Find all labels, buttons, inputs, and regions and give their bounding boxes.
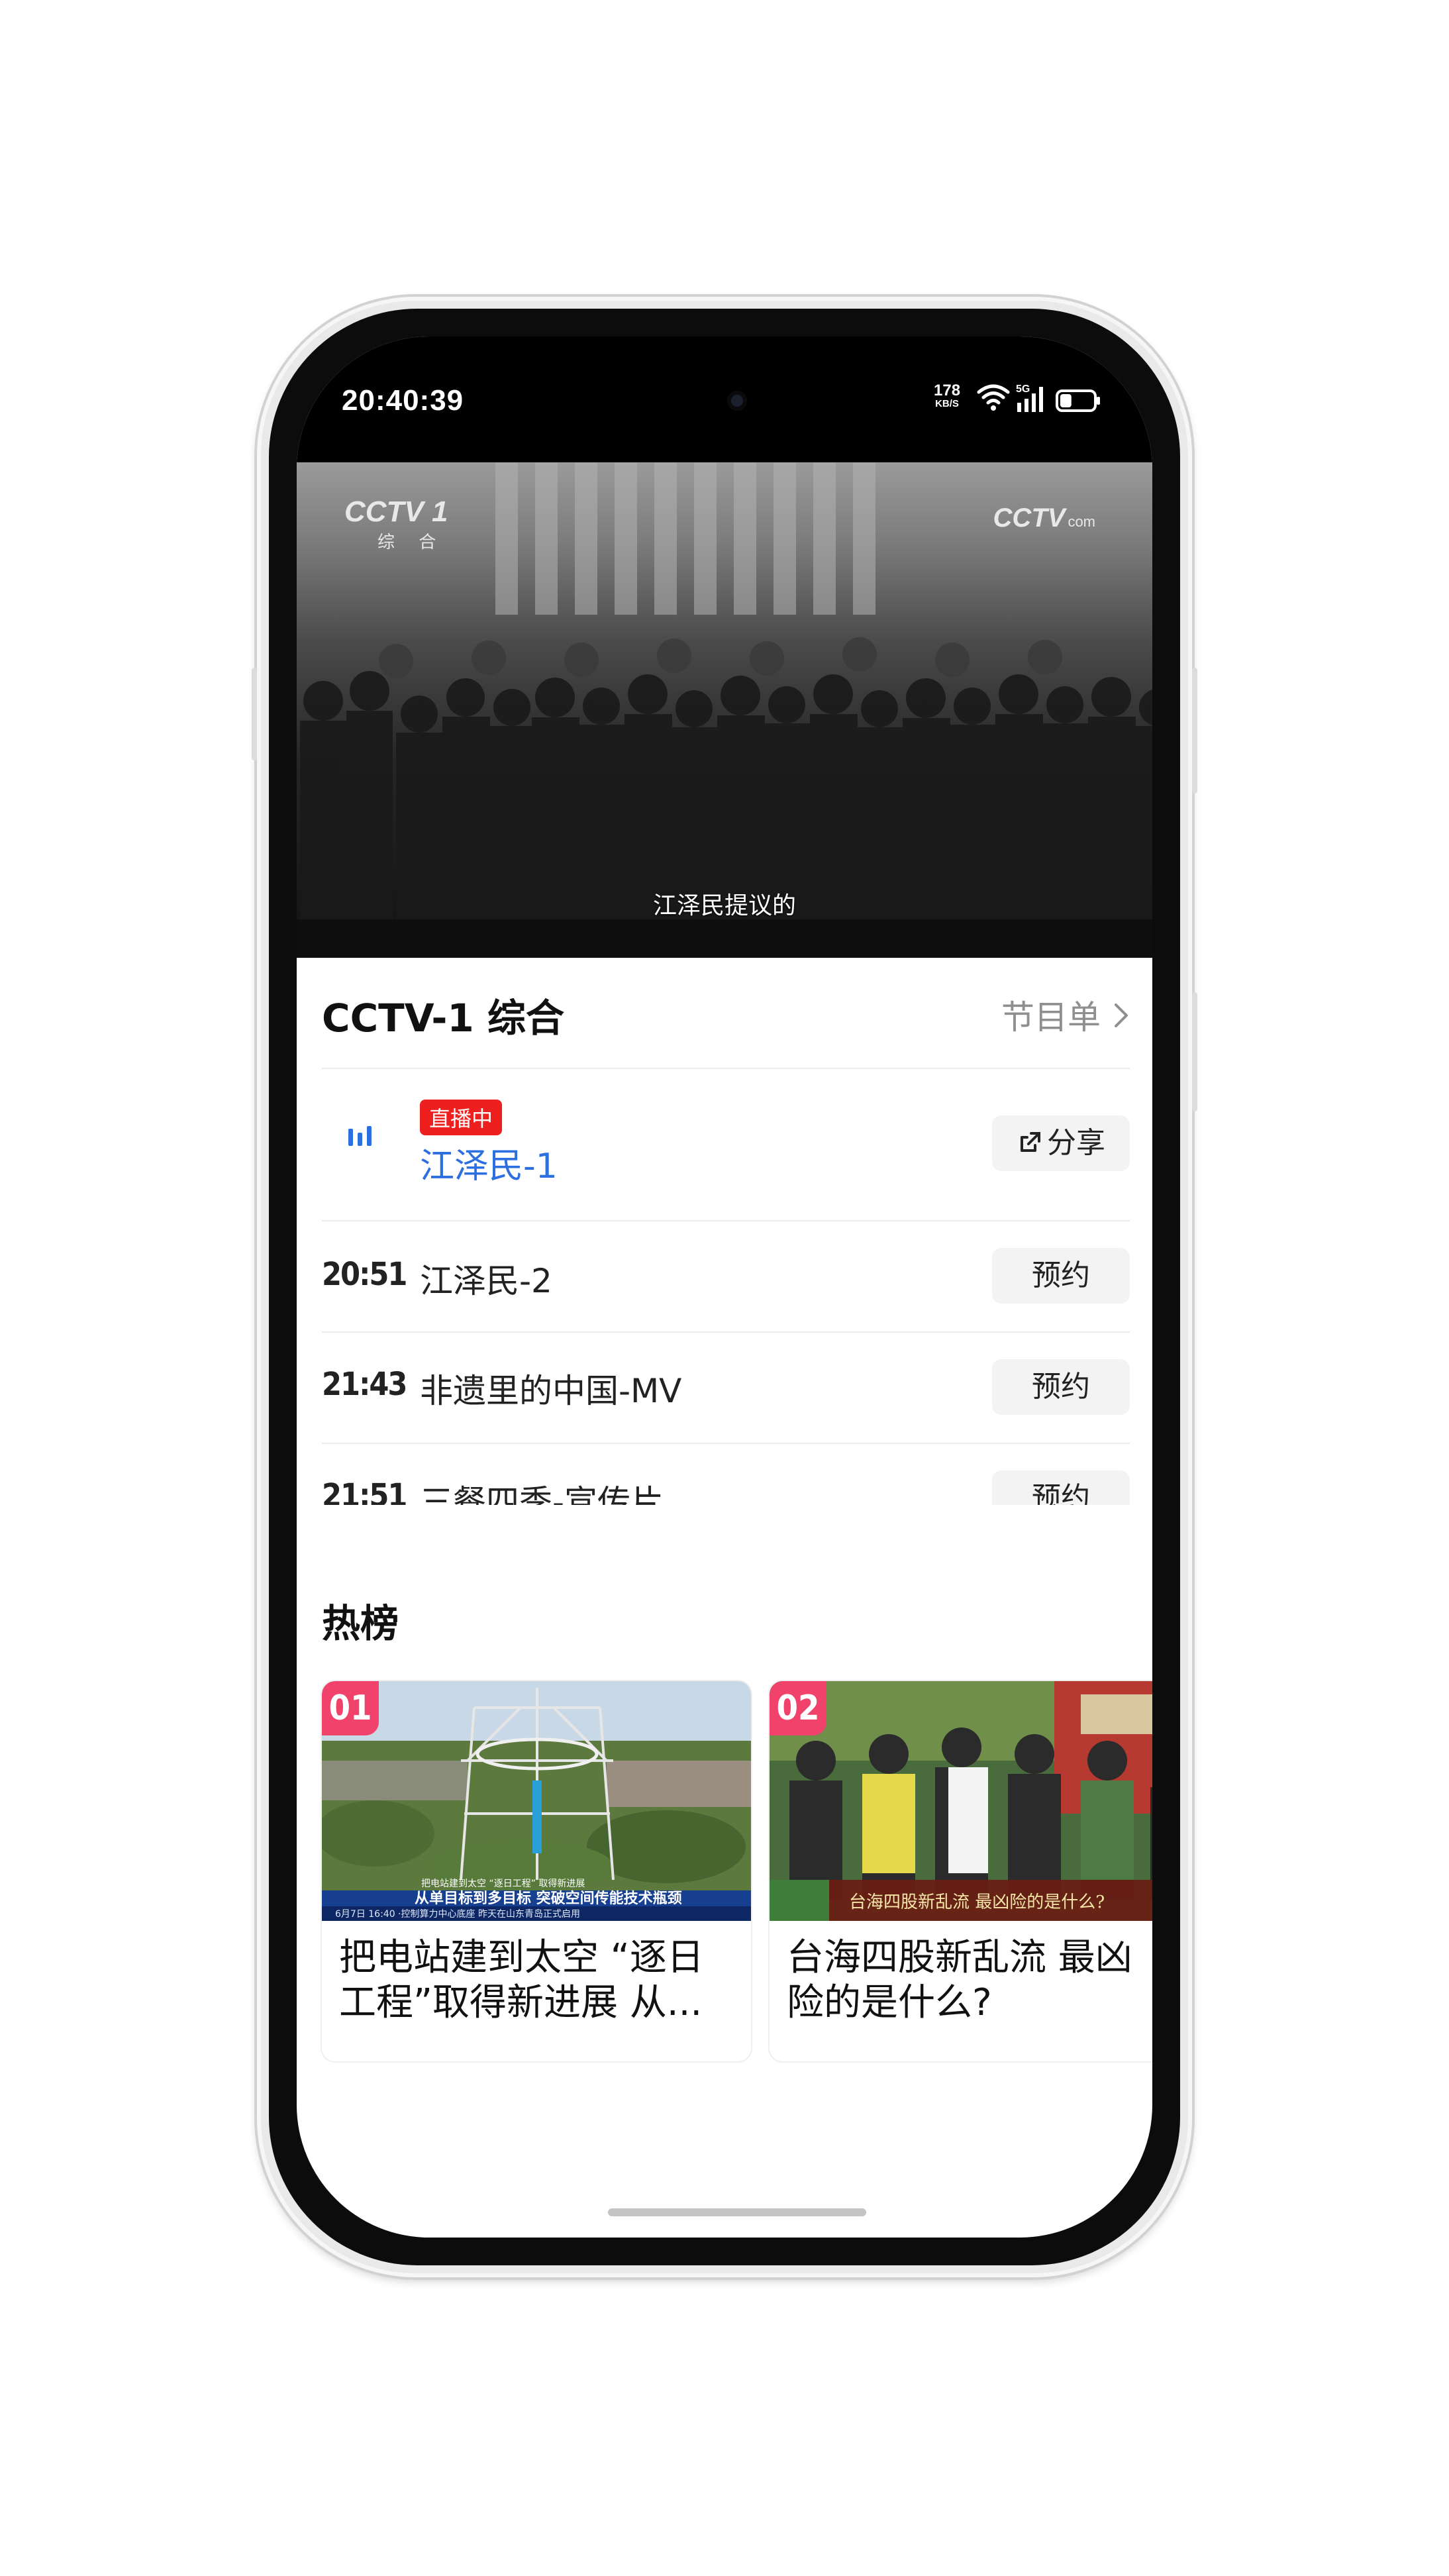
rank-badge: 02 [770,1681,826,1735]
network-speed: 178 KB/S [934,383,960,409]
logo-subtext: 综 合 [377,533,446,552]
wifi-icon [977,384,1010,411]
rank-badge: 01 [322,1681,379,1735]
watermark-text: CCTV [993,503,1066,533]
cctv1-logo: CCTV 1 综 合 [344,495,448,553]
banner-main-text: 台海四股新乱流 最凶险的是什么? [849,1892,1105,1912]
video-subtitle: 江泽民提议的 [652,892,796,919]
front-camera [727,391,747,411]
phone-side-button [252,668,257,760]
program-time: 21:43 [322,1366,407,1403]
program-row[interactable]: 20:51 江泽民-2 预约 [322,1221,1130,1331]
banner-main-text: 从单目标到多目标 突破空间传能技术瓶颈 [415,1890,682,1907]
live-badge: 直播中 [420,1100,503,1135]
hot-card[interactable]: 台海四股新乱流 最凶险的是什么? 02 台海四股新乱流 最凶险的是什么? [770,1681,1152,2061]
screen: 20:40:39 178 KB/S 5G CCTV 1 综 合 CCTV com… [297,336,1152,2238]
network-type: 5G [1016,384,1030,395]
logo-channel-number: 1 [432,495,448,528]
network-speed-value: 178 [934,382,961,399]
program-time: 21:51 [322,1477,407,1505]
battery-icon [1056,389,1100,412]
hot-card-thumbnail: 台海四股新乱流 最凶险的是什么? 02 [770,1681,1152,1921]
reserve-button[interactable]: 预约 [992,1248,1130,1304]
status-bar: 20:40:39 178 KB/S 5G [297,336,1152,462]
program-title: 三餐四季-宣传片 [420,1483,664,1505]
volume-up-button [1192,668,1197,794]
hot-list-title: 热榜 [322,1601,399,1646]
hot-card-thumbnail: 把电站建到太空 “逐日工程” 取得新进展 从单目标到多目标 突破空间传能技术瓶颈… [322,1681,751,1921]
reserve-button[interactable]: 预约 [992,1359,1130,1415]
home-indicator[interactable] [608,2208,866,2216]
program-time: 20:51 [322,1256,407,1293]
logo-text: CCTV [344,495,424,528]
phone-frame: 20:40:39 178 KB/S 5G CCTV 1 综 合 CCTV com… [252,297,1197,2277]
schedule-link[interactable]: 节目单 [1001,991,1130,1039]
hot-card-headline: 把电站建到太空 “逐日工程”取得新进展 从... [339,1936,704,2024]
reserve-button[interactable]: 预约 [992,1470,1130,1505]
video-player[interactable]: CCTV 1 综 合 CCTV com 江泽民提议的 [297,462,1152,958]
chevron-right-icon [1113,998,1130,1037]
hot-card-headline: 台海四股新乱流 最凶险的是什么? [787,1936,1132,2024]
status-time: 20:40:39 [342,384,464,417]
banner-top-text: 把电站建到太空 “逐日工程” 取得新进展 [421,1878,585,1889]
program-row[interactable]: 21:43 非遗里的中国-MV 预约 [322,1333,1130,1443]
share-label: 分享 [1047,1126,1105,1160]
playing-equalizer-icon [348,1126,372,1146]
watermark-sub: com [1068,513,1095,530]
program-title: 江泽民-1 [420,1147,558,1186]
power-button [1192,992,1197,1111]
cellular-signal-icon: 5G [1016,384,1043,412]
hot-card[interactable]: 把电站建到太空 “逐日工程” 取得新进展 从单目标到多目标 突破空间传能技术瓶颈… [322,1681,751,2061]
program-title: 非遗里的中国-MV [420,1372,682,1410]
phone-bezel: 20:40:39 178 KB/S 5G CCTV 1 综 合 CCTV com… [269,309,1180,2265]
banner-ticker-text: 6月7日 16:40 ·控制算力中心底座 昨天在山东青岛正式启用 [335,1909,580,1920]
program-row[interactable]: 21:51 三餐四季-宣传片 预约 [322,1444,1130,1505]
share-icon [1021,1132,1040,1152]
network-speed-unit: KB/S [935,398,959,409]
channel-title: CCTV-1 综合 [322,996,564,1041]
program-row-live[interactable]: 直播中 江泽民-1 分享 [322,1069,1130,1220]
program-title: 江泽民-2 [420,1262,552,1300]
cctv-com-watermark: CCTV com [993,503,1095,533]
share-button[interactable]: 分享 [992,1115,1130,1171]
schedule-label: 节目单 [1001,998,1101,1037]
